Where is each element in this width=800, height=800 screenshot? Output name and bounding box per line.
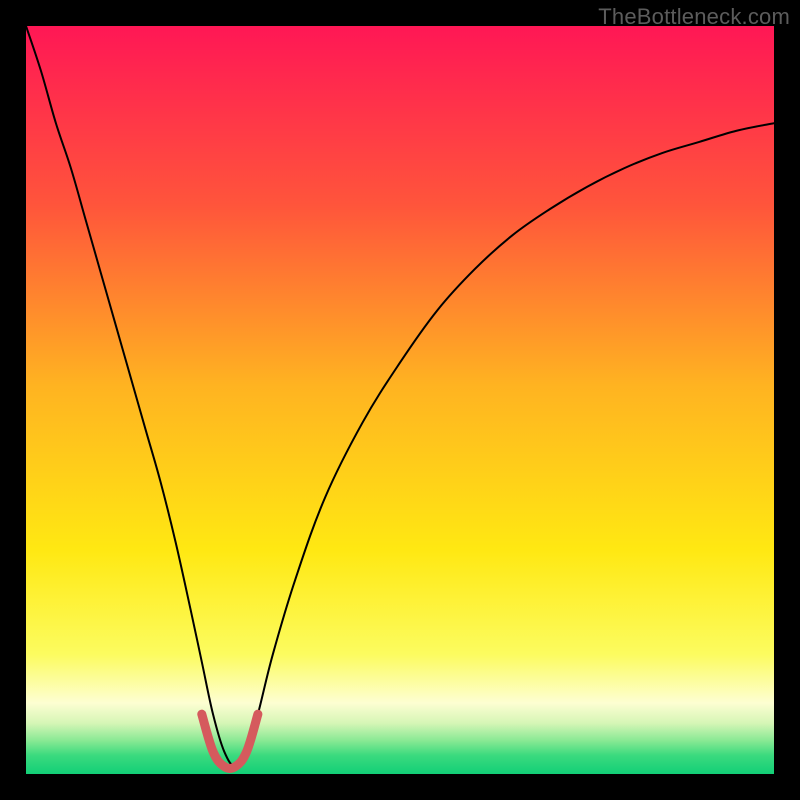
chart-background [26,26,774,774]
chart-frame [26,26,774,774]
watermark-text: TheBottleneck.com [598,4,790,30]
bottleneck-chart [26,26,774,774]
